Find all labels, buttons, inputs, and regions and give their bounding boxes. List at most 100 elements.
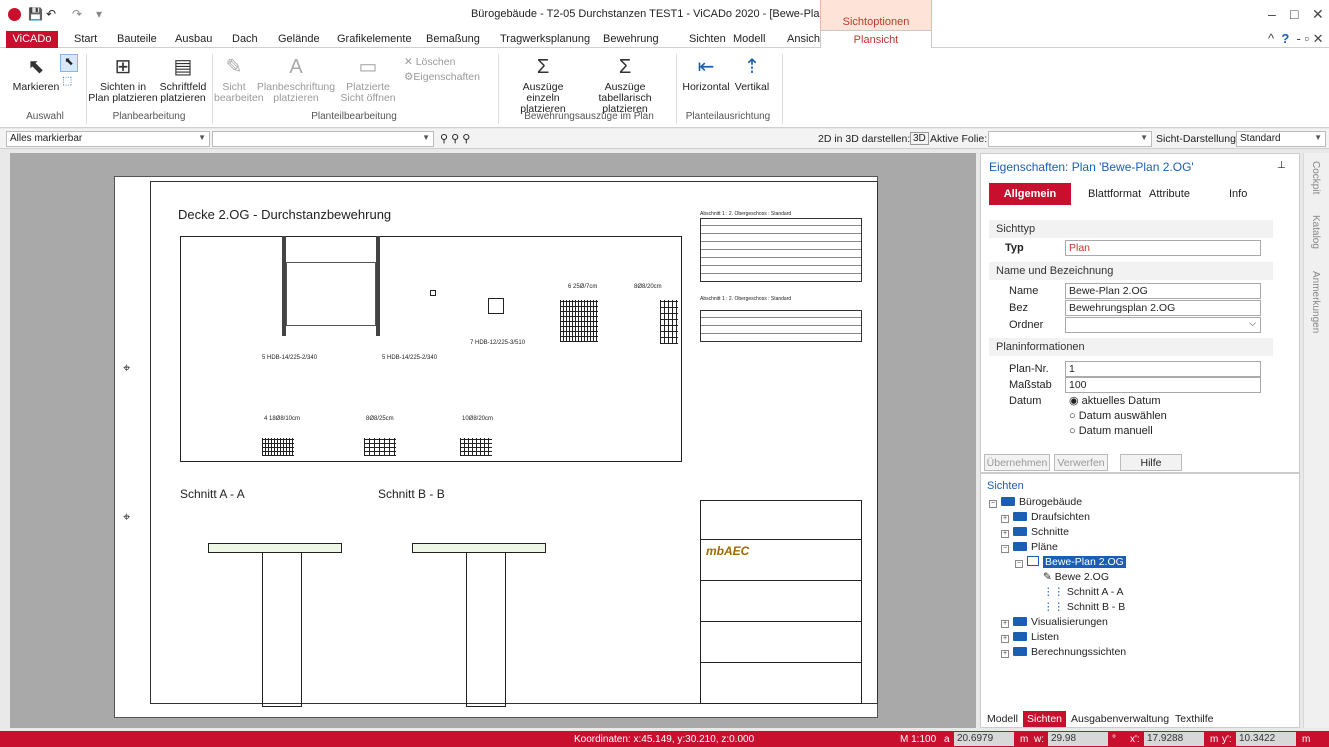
tab-blattformat[interactable]: Blattformat bbox=[1088, 188, 1141, 200]
tab-ansicht[interactable]: Ansicht bbox=[787, 33, 823, 45]
tab-info[interactable]: Info bbox=[1229, 188, 1247, 200]
verwerfen-button[interactable]: Verwerfen bbox=[1054, 454, 1108, 471]
loeschen-button[interactable]: ✕ Löschen bbox=[404, 56, 455, 68]
bez-label: Bez bbox=[1009, 302, 1028, 314]
rebar-label: 5 HDB-14/225-2/340 bbox=[262, 355, 318, 361]
tree-plaene[interactable]: − Pläne bbox=[1001, 541, 1058, 553]
sidebar-tab-cockpit[interactable]: Cockpit bbox=[1310, 161, 1321, 194]
tree-berechnungssichten[interactable]: + Berechnungssichten bbox=[1001, 646, 1126, 658]
section-sichttyp[interactable]: Sichttyp bbox=[989, 220, 1273, 238]
tree-schnitt-b[interactable]: ⋮⋮ Schnitt B - B bbox=[1043, 601, 1125, 613]
tab-allgemein[interactable]: Allgemein bbox=[989, 183, 1071, 205]
floor-plan[interactable] bbox=[180, 236, 682, 462]
bez-field[interactable]: Bewehrungsplan 2.OG bbox=[1065, 300, 1261, 316]
tab-modell[interactable]: Modell bbox=[987, 713, 1018, 725]
section-name[interactable]: Name und Bezeichnung bbox=[989, 262, 1273, 280]
sidebar-tab-katalog[interactable]: Katalog bbox=[1310, 215, 1321, 249]
pin-icon[interactable]: ⊥ bbox=[1277, 160, 1286, 171]
tab-texthilfe[interactable]: Texthilfe bbox=[1175, 713, 1214, 725]
2d3d-icon[interactable]: 3D bbox=[910, 132, 929, 145]
rebar-table-1[interactable] bbox=[700, 218, 862, 282]
tree-listen[interactable]: + Listen bbox=[1001, 631, 1059, 643]
sidebar-tab-anmerkungen[interactable]: Anmerkungen bbox=[1310, 271, 1321, 333]
tree-visualisierungen[interactable]: + Visualisierungen bbox=[1001, 616, 1108, 628]
sicht-bearbeiten-button[interactable]: ✎ Sicht bearbeiten bbox=[214, 56, 264, 104]
platzierte-sicht-button[interactable]: ▭ Platzierte Sicht öffnen bbox=[338, 56, 398, 104]
tree-bewe-2og[interactable]: ✎ Bewe 2.OG bbox=[1043, 571, 1109, 583]
status-y-field[interactable]: 10.3422 bbox=[1236, 732, 1296, 746]
radio-aktuelles-datum[interactable]: ◉ aktuelles Datum bbox=[1069, 394, 1161, 407]
tab-gelaende[interactable]: Gelände bbox=[278, 33, 320, 45]
tab-ausbau[interactable]: Ausbau bbox=[175, 33, 212, 45]
search-select[interactable]: ▼ bbox=[212, 131, 434, 147]
select-window-icon[interactable]: ⬚ bbox=[62, 74, 72, 87]
massstab-select[interactable]: 100 bbox=[1065, 377, 1261, 393]
tab-tragwerksplanung[interactable]: Tragwerksplanung bbox=[500, 33, 590, 45]
crosshair-icon: ⌖ bbox=[123, 509, 131, 524]
properties-panel: Eigenschaften: Plan 'Bewe-Plan 2.OG' ⊥ A… bbox=[980, 153, 1300, 473]
tab-ausgabenverwaltung[interactable]: Ausgabenverwaltung bbox=[1071, 713, 1169, 725]
eigenschaften-button[interactable]: ⚙Eigenschaften bbox=[404, 71, 480, 83]
name-field[interactable]: Bewe-Plan 2.OG bbox=[1065, 283, 1261, 299]
sichten-in-plan-button[interactable]: ⊞ Sichten in Plan platzieren bbox=[88, 56, 158, 104]
rebar-mesh bbox=[262, 438, 294, 456]
markieren-button[interactable]: ⬉ Markieren bbox=[12, 56, 60, 93]
filter-select[interactable]: Alles markierbar ▼ bbox=[6, 131, 210, 147]
vertikal-button[interactable]: ⇡ Vertikal bbox=[732, 56, 772, 93]
title-block bbox=[700, 500, 862, 704]
tab-bauteile[interactable]: Bauteile bbox=[117, 33, 157, 45]
tree-buerogebaeude[interactable]: − Bürogebäude bbox=[989, 496, 1082, 508]
wall bbox=[376, 236, 380, 336]
status-scale[interactable]: M 1:100 bbox=[900, 734, 936, 745]
group-bewehrungsauszuege: Bewehrungsauszüge im Plan bbox=[524, 111, 654, 122]
binoculars-icon[interactable]: ⚲ ⚲ ⚲ bbox=[440, 132, 470, 145]
minimize-icon[interactable]: – bbox=[1268, 6, 1276, 22]
section-a-title[interactable]: Schnitt A - A bbox=[180, 487, 245, 501]
schriftfeld-button[interactable]: ▤ Schriftfeld platzieren bbox=[158, 56, 208, 104]
plannr-field[interactable]: 1 bbox=[1065, 361, 1261, 377]
maximize-icon[interactable]: □ bbox=[1290, 6, 1298, 22]
tree-draufsichten[interactable]: + Draufsichten bbox=[1001, 511, 1090, 523]
auszuege-tabellarisch-button[interactable]: Σ Auszüge tabellarisch platzieren bbox=[580, 56, 670, 115]
tab-modell[interactable]: Modell bbox=[733, 33, 765, 45]
auszuege-einzeln-button[interactable]: Σ Auszüge einzeln platzieren bbox=[506, 56, 580, 115]
drawing-title[interactable]: Decke 2.OG - Durchstanzbewehrung bbox=[178, 207, 391, 222]
sicht-darstellung-select[interactable]: Standard ▼ bbox=[1236, 131, 1326, 147]
hilfe-button[interactable]: Hilfe bbox=[1120, 454, 1182, 471]
status-a-field[interactable]: 20.6979 bbox=[954, 732, 1014, 746]
tab-sichten-bottom[interactable]: Sichten bbox=[1023, 711, 1067, 727]
tab-start[interactable]: Start bbox=[74, 33, 97, 45]
tab-bemassung[interactable]: Bemaßung bbox=[426, 33, 480, 45]
tree-bewe-plan[interactable]: − Bewe-Plan 2.OG bbox=[1015, 556, 1126, 568]
context-group-label: Sichtoptionen bbox=[820, 0, 932, 32]
tab-plansicht[interactable]: Plansicht bbox=[820, 30, 932, 49]
rebar-table-2[interactable] bbox=[700, 310, 862, 342]
properties-icon: ⚙ bbox=[404, 71, 414, 83]
tab-dach[interactable]: Dach bbox=[232, 33, 258, 45]
ordner-select[interactable]: ⌵ bbox=[1065, 317, 1261, 333]
status-w-field[interactable]: 29.98 bbox=[1048, 732, 1108, 746]
tab-vicado[interactable]: ViCADo bbox=[6, 31, 58, 48]
secondary-toolbar: Alles markierbar ▼ ▼ ⚲ ⚲ ⚲ 2D in 3D darst… bbox=[0, 129, 1329, 149]
tree-schnitt-a[interactable]: ⋮⋮ Schnitt A - A bbox=[1043, 586, 1124, 598]
select-mode-icon[interactable]: ⬉ bbox=[60, 54, 78, 72]
horizontal-button[interactable]: ⇤ Horizontal bbox=[680, 56, 732, 93]
section-b-title[interactable]: Schnitt B - B bbox=[378, 487, 445, 501]
tab-attribute[interactable]: Attribute bbox=[1149, 188, 1190, 200]
tree-schnitte[interactable]: + Schnitte bbox=[1001, 526, 1069, 538]
radio-datum-auswaehlen[interactable]: ○ Datum auswählen bbox=[1069, 410, 1167, 422]
tab-sichten[interactable]: Sichten bbox=[689, 33, 726, 45]
radio-datum-manuell[interactable]: ○ Datum manuell bbox=[1069, 425, 1153, 437]
typ-field[interactable]: Plan bbox=[1065, 240, 1261, 256]
status-x-field[interactable]: 17.9288 bbox=[1144, 732, 1204, 746]
section-planinfo[interactable]: Planinformationen bbox=[989, 338, 1273, 356]
tab-grafikelemente[interactable]: Grafikelemente bbox=[337, 33, 412, 45]
aktive-folie-select[interactable]: ▼ bbox=[988, 131, 1152, 147]
close-icon[interactable]: ✕ bbox=[1312, 6, 1324, 23]
planbeschriftung-button[interactable]: A Planbeschriftung platzieren bbox=[256, 56, 336, 104]
status-m-label: m bbox=[1020, 734, 1029, 745]
tab-bewehrung[interactable]: Bewehrung bbox=[603, 33, 659, 45]
ordner-label: Ordner bbox=[1009, 319, 1044, 331]
uebernehmen-button[interactable]: Übernehmen bbox=[984, 454, 1050, 471]
help-icon[interactable]: ^ ? - ▫ ✕ bbox=[1268, 31, 1324, 47]
